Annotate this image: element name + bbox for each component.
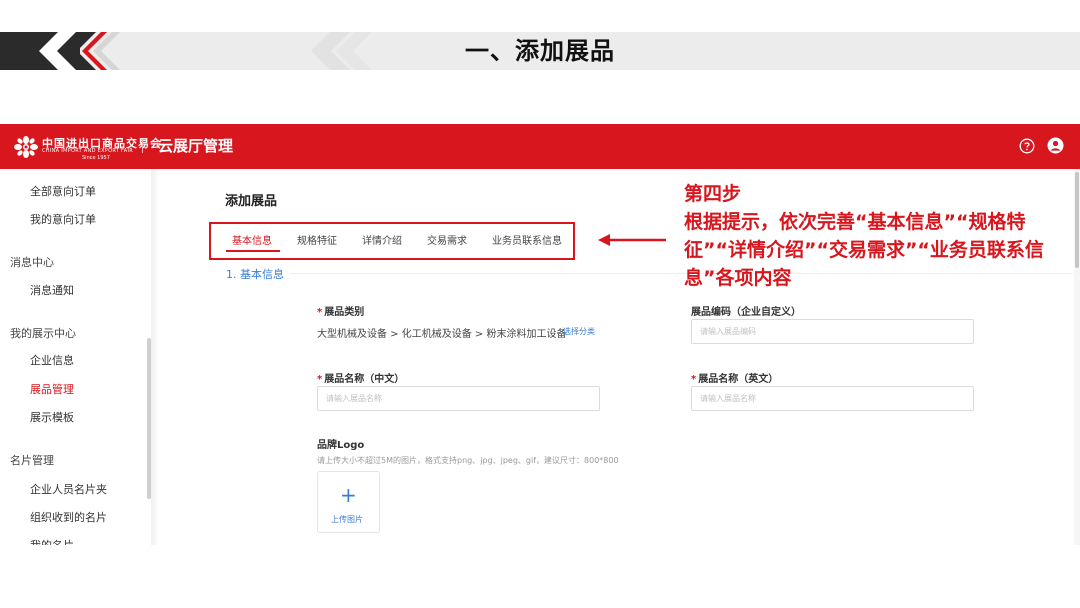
required-mark: *	[317, 374, 323, 385]
sidebar-item[interactable]: 展品管理	[30, 381, 74, 397]
active-tab-underline	[226, 250, 280, 252]
code-label: 展品编码（企业自定义）	[691, 307, 801, 318]
tab-details[interactable]: 详情介绍	[362, 232, 402, 247]
sidebar-item[interactable]: 我的名片	[30, 537, 74, 545]
topbar-separator	[142, 139, 143, 153]
instruction-annotation: 第四步 根据提示，依次完善“基本信息”“规格特征”“详情介绍”“交易需求”“业务…	[684, 180, 1076, 292]
instruction-text: 根据提示，依次完善“基本信息”“规格特征”“详情介绍”“交易需求”“业务员联系信…	[684, 211, 1044, 289]
category-path: 大型机械及设备 > 化工机械及设备 > 粉末涂料加工设备	[317, 329, 567, 340]
user-circle-icon[interactable]	[1047, 137, 1064, 154]
tab-salesperson-contact[interactable]: 业务员联系信息	[492, 232, 562, 247]
canton-fair-logo-icon	[14, 136, 38, 158]
upload-image-label: 上传图片	[331, 515, 363, 524]
sidebar-item[interactable]: 我的意向订单	[30, 211, 96, 227]
sidebar-item[interactable]: 组织收到的名片	[30, 509, 107, 525]
sidebar-item[interactable]: 展示模板	[30, 409, 74, 425]
category-label: * 展品类别	[317, 307, 365, 318]
logo-english-name: CHINA IMPORT AND EXPORT FAIR	[42, 148, 134, 154]
sidebar-item[interactable]: 企业人员名片夹	[30, 481, 107, 497]
tab-specifications[interactable]: 规格特征	[297, 232, 337, 247]
app-title: 云展厅管理	[158, 137, 234, 155]
arrow-left-icon	[598, 234, 666, 246]
sidebar-item[interactable]: 企业信息	[30, 352, 74, 368]
tab-basic-info[interactable]: 基本信息	[232, 232, 272, 247]
main-shadow	[151, 169, 159, 545]
tab-trade-requirements[interactable]: 交易需求	[427, 232, 467, 247]
product-name-en-input[interactable]	[691, 386, 974, 411]
required-mark: *	[317, 307, 323, 318]
sidebar-item[interactable]: 全部意向订单	[30, 183, 96, 199]
plus-icon: +	[340, 483, 357, 507]
select-category-link[interactable]: 选择分类	[563, 326, 595, 337]
required-mark: *	[691, 374, 697, 385]
logo-since: Since 1957	[82, 155, 110, 161]
upload-hint: 请上传大小不超过5M的图片，格式支持png、jpg、jpeg、gif，建议尺寸：…	[317, 456, 619, 465]
sidebar-group-label: 我的展示中心	[10, 327, 76, 340]
product-code-input[interactable]	[691, 319, 974, 344]
question-circle-icon[interactable]	[1019, 138, 1035, 154]
section-title: 1. 基本信息	[226, 268, 284, 281]
product-name-cn-input[interactable]	[317, 386, 600, 411]
step-label: 第四步	[684, 183, 742, 205]
sidebar-group-label: 名片管理	[10, 454, 54, 467]
name-cn-label: * 展品名称（中文）	[317, 374, 405, 385]
name-en-label: * 展品名称（英文）	[691, 374, 779, 385]
sidebar-group-label: 消息中心	[10, 256, 54, 269]
brand-logo-label: 品牌Logo	[317, 440, 365, 451]
sidebar-item[interactable]: 消息通知	[30, 282, 74, 298]
top-bar: 中国进出口商品交易会 CHINA IMPORT AND EXPORT FAIR …	[0, 124, 1080, 169]
page-title: 添加展品	[225, 194, 278, 209]
slide-title: 一、添加展品	[465, 37, 615, 65]
